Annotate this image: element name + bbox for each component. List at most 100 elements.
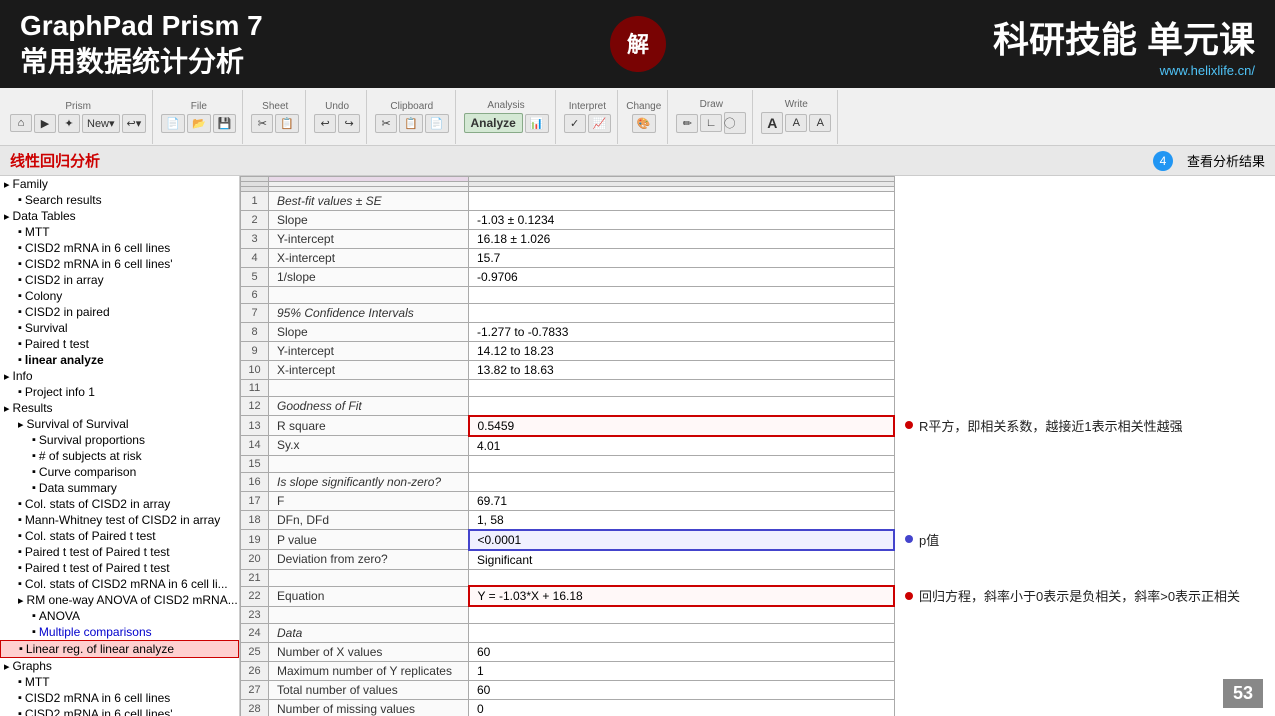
table-row: 3Y-intercept16.18 ± 1.026: [241, 230, 895, 249]
sidebar-item[interactable]: ▪ Paired t test of Paired t test: [0, 560, 239, 576]
sidebar-item[interactable]: ▪ CISD2 in paired: [0, 304, 239, 320]
sidebar-item[interactable]: ▪ Project info 1: [0, 384, 239, 400]
sidebar-item[interactable]: ▪ MTT: [0, 224, 239, 240]
clip-copy-btn[interactable]: 📋: [399, 114, 423, 133]
row-label: Equation: [269, 586, 469, 606]
sidebar-item[interactable]: ▸ RM one-way ANOVA of CISD2 mRNA...: [0, 592, 239, 608]
row-number: 7: [241, 304, 269, 323]
clip-cut-btn[interactable]: ✂: [375, 114, 397, 133]
sidebar-item[interactable]: ▪ Mann-Whitney test of CISD2 in array: [0, 512, 239, 528]
row-label: P value: [269, 530, 469, 550]
sidebar-item[interactable]: ▸ Data Tables: [0, 208, 239, 224]
sheet-cut-btn[interactable]: ✂: [251, 114, 273, 133]
sidebar-item[interactable]: ▪ Col. stats of CISD2 mRNA in 6 cell li.…: [0, 576, 239, 592]
row-number: 2: [241, 211, 269, 230]
sidebar-item-label: Survival proportions: [39, 433, 145, 447]
prism-undo-btn[interactable]: ↩▾: [122, 114, 147, 133]
sidebar-item[interactable]: ▪ CISD2 mRNA in 6 cell lines: [0, 690, 239, 706]
interpret-graph-btn[interactable]: 📈: [588, 114, 612, 133]
interpret-check-btn[interactable]: ✓: [564, 114, 586, 133]
row-number: 22: [241, 586, 269, 606]
sidebar-item[interactable]: ▪ MTT: [0, 674, 239, 690]
sidebar-item-label: CISD2 in array: [25, 273, 104, 287]
sidebar-item[interactable]: ▪ ANOVA: [0, 608, 239, 624]
row-number: 24: [241, 623, 269, 642]
clip-paste-btn[interactable]: 📄: [425, 114, 449, 133]
table-row: 4X-intercept15.7: [241, 249, 895, 268]
sidebar-item[interactable]: ▪ Data summary: [0, 480, 239, 496]
sidebar-item-label: Survival: [25, 321, 68, 335]
table-row: 11: [241, 380, 895, 397]
row-value: [469, 397, 895, 416]
row-number: 10: [241, 361, 269, 380]
sidebar-item[interactable]: ▪ CISD2 in array: [0, 272, 239, 288]
sidebar-item[interactable]: ▪ Linear reg. of linear analyze: [0, 640, 239, 658]
sidebar-item[interactable]: ▪ # of subjects at risk: [0, 448, 239, 464]
sidebar-item[interactable]: ▸ Info: [0, 368, 239, 384]
toolbar-label-analysis: Analysis: [487, 100, 524, 111]
redo-btn[interactable]: ↪: [338, 114, 360, 133]
sidebar-item-icon: ▪: [18, 322, 22, 334]
draw-line-btn[interactable]: ∟: [700, 114, 722, 132]
sidebar-item-label: CISD2 in paired: [25, 305, 110, 319]
sidebar-item[interactable]: ▪ Multiple comparisons: [0, 624, 239, 640]
row-label: X-intercept: [269, 249, 469, 268]
row-label: Sy.x: [269, 436, 469, 456]
write-a3-btn[interactable]: A: [809, 114, 831, 132]
prism-nav-btn[interactable]: ▶: [34, 114, 56, 133]
sidebar-item-icon: ▪: [32, 626, 36, 638]
sidebar-item[interactable]: ▪ CISD2 mRNA in 6 cell lines: [0, 240, 239, 256]
row-label: Best-fit values ± SE: [269, 192, 469, 211]
sidebar-item[interactable]: ▪ CISD2 mRNA in 6 cell lines': [0, 706, 239, 716]
analyze-button[interactable]: Analyze: [464, 113, 523, 133]
row-value: -1.03 ± 0.1234: [469, 211, 895, 230]
prism-star-btn[interactable]: ✦: [58, 114, 80, 133]
sidebar-item-icon: ▪: [18, 242, 22, 254]
sidebar-item[interactable]: ▸ Graphs: [0, 658, 239, 674]
draw-circle-btn[interactable]: ⃝: [724, 112, 746, 134]
sidebar-item-label: Search results: [25, 193, 102, 207]
draw-pen-btn[interactable]: ✏: [676, 114, 698, 133]
row-number: 8: [241, 323, 269, 342]
sidebar-item-label: Data summary: [39, 481, 117, 495]
sidebar-item-icon: ▪: [18, 338, 22, 350]
toolbar-label-write: Write: [785, 99, 808, 110]
write-a2-btn[interactable]: A: [785, 114, 807, 132]
sidebar-item[interactable]: ▪ Survival: [0, 320, 239, 336]
row-label: Total number of values: [269, 680, 469, 699]
row-label: F: [269, 491, 469, 510]
row-value: Y = -1.03*X + 16.18: [469, 586, 895, 606]
change-color-btn[interactable]: 🎨: [632, 114, 656, 133]
sidebar-item[interactable]: ▸ Family: [0, 176, 239, 192]
sidebar-item[interactable]: ▪ Col. stats of Paired t test: [0, 528, 239, 544]
sidebar-item[interactable]: ▪ Paired t test: [0, 336, 239, 352]
toolbar-group-write: Write A A A: [755, 90, 838, 144]
sidebar-item[interactable]: ▪ CISD2 mRNA in 6 cell lines': [0, 256, 239, 272]
sidebar-item[interactable]: ▪ Colony: [0, 288, 239, 304]
sidebar-item[interactable]: ▪ Paired t test of Paired t test: [0, 544, 239, 560]
sidebar-item[interactable]: ▪ Survival proportions: [0, 432, 239, 448]
sidebar-item[interactable]: ▸ Results: [0, 400, 239, 416]
sidebar-item-label: Multiple comparisons: [39, 625, 152, 639]
sidebar-item-icon: ▪: [18, 562, 22, 574]
file-new-btn[interactable]: 📄: [161, 114, 185, 133]
sidebar-item[interactable]: ▪ Search results: [0, 192, 239, 208]
prism-home-btn[interactable]: ⌂: [10, 114, 32, 132]
sidebar-item[interactable]: ▪ linear analyze: [0, 352, 239, 368]
row-number: 13: [241, 416, 269, 436]
row-number: 17: [241, 491, 269, 510]
file-save-btn[interactable]: 💾: [213, 114, 237, 133]
write-a1-btn[interactable]: A: [761, 112, 783, 134]
header-url: www.helixlife.cn/: [993, 63, 1255, 78]
analysis-icon-btn[interactable]: 📊: [525, 114, 549, 133]
sidebar-item[interactable]: ▸ Survival of Survival: [0, 416, 239, 432]
file-open-btn[interactable]: 📂: [187, 114, 211, 133]
sheet-copy-btn[interactable]: 📋: [275, 114, 299, 133]
row-number: 4: [241, 249, 269, 268]
sidebar-item[interactable]: ▪ Col. stats of CISD2 in array: [0, 496, 239, 512]
prism-new-btn[interactable]: New▾: [82, 114, 120, 133]
sidebar[interactable]: ▸ Family▪ Search results▸ Data Tables▪ M…: [0, 176, 240, 716]
undo-btn[interactable]: ↩: [314, 114, 336, 133]
sidebar-item-label: CISD2 mRNA in 6 cell lines': [25, 257, 173, 271]
sidebar-item[interactable]: ▪ Curve comparison: [0, 464, 239, 480]
